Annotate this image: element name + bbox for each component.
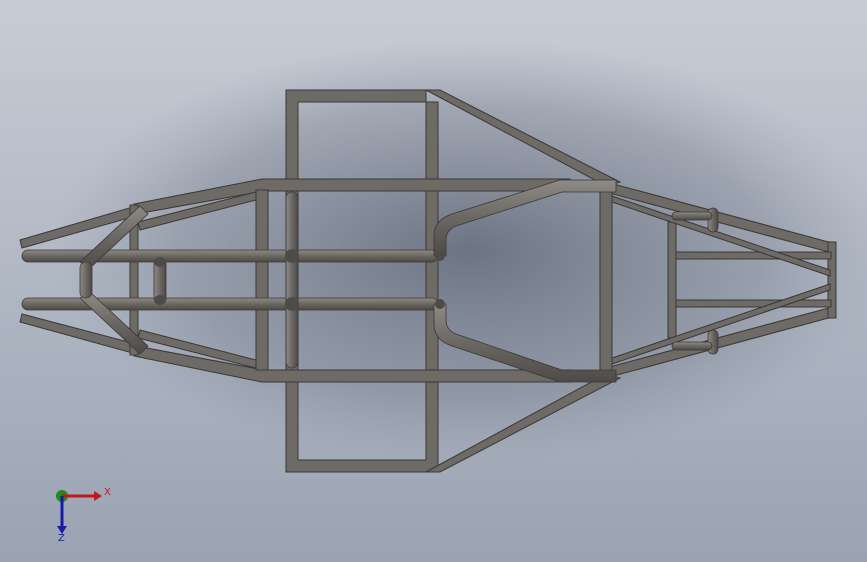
- tube-nose-vertical: [79, 261, 93, 299]
- chassis-frame-model[interactable]: [0, 0, 867, 562]
- rail-right-vertical: [425, 179, 439, 381]
- joint-nose-upper: [154, 257, 166, 267]
- front-cross-beam: [255, 189, 269, 371]
- joint-lower-right: [435, 299, 445, 309]
- joint-upper-left: [285, 249, 299, 263]
- tube-rear-lower: [671, 341, 713, 351]
- rear-cross-lower: [675, 299, 832, 308]
- triad-x-arrow: [94, 491, 102, 501]
- triad-z-label: Z: [58, 533, 65, 544]
- triad-x-label: X: [104, 487, 111, 498]
- joint-upper-right: [435, 251, 445, 261]
- rear-bulkhead: [599, 185, 613, 377]
- graphics-viewport[interactable]: X Z: [0, 0, 867, 562]
- tube-front-hoop: [285, 191, 299, 369]
- joint-nose-lower: [154, 295, 166, 305]
- tube-rear-upper: [671, 211, 713, 221]
- joint-lower-left: [285, 297, 299, 311]
- rear-cross-upper: [675, 251, 832, 260]
- coordinate-triad: [56, 490, 102, 534]
- rear-sub-frame: [667, 221, 677, 339]
